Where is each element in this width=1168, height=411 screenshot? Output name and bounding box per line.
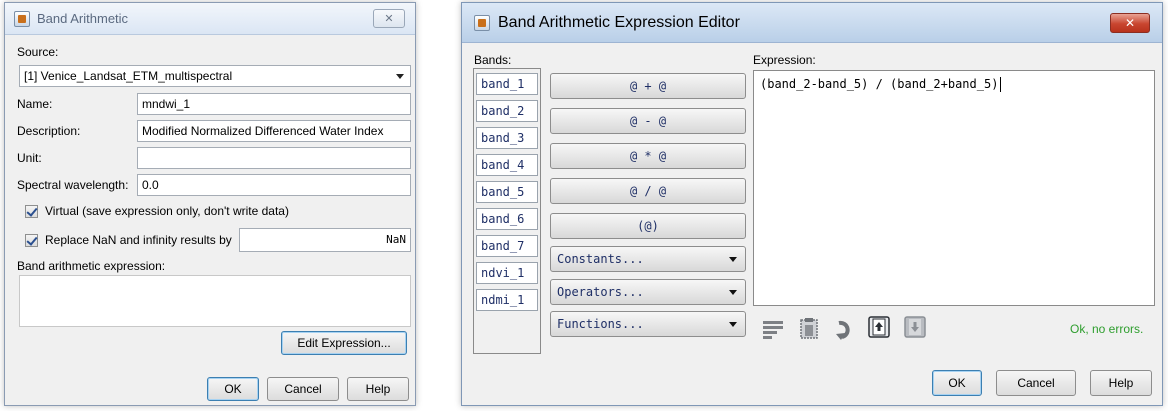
functions-label: Functions... bbox=[557, 317, 644, 331]
add-operator-button[interactable]: @ + @ bbox=[550, 73, 746, 99]
operators-label: Operators... bbox=[557, 285, 644, 299]
expression-editor-textarea[interactable]: (band_2-band_5) / (band_2+band_5) bbox=[753, 70, 1155, 306]
replace-nan-field[interactable]: NaN bbox=[239, 228, 411, 252]
band-arithmetic-titlebar[interactable]: Band Arithmetic ✕ bbox=[5, 3, 415, 35]
virtual-label: Virtual (save expression only, don't wri… bbox=[45, 204, 289, 218]
wavelength-label: Spectral wavelength: bbox=[17, 178, 129, 192]
app-icon bbox=[14, 11, 30, 27]
editor-ok-button[interactable]: OK bbox=[932, 370, 982, 396]
description-label: Description: bbox=[17, 124, 81, 138]
chevron-down-icon bbox=[729, 257, 737, 262]
editor-title: Band Arithmetic Expression Editor bbox=[498, 14, 740, 31]
band-item-3[interactable]: band_3 bbox=[476, 127, 538, 149]
subtract-operator-button[interactable]: @ - @ bbox=[550, 108, 746, 134]
replace-nan-label: Replace NaN and infinity results by bbox=[45, 233, 232, 247]
chevron-down-icon bbox=[396, 74, 404, 79]
ok-button[interactable]: OK bbox=[207, 377, 259, 401]
unit-label: Unit: bbox=[17, 151, 42, 165]
unit-field[interactable] bbox=[137, 147, 411, 169]
band-arithmetic-dialog: Band Arithmetic ✕ Source: [1] Venice_Lan… bbox=[4, 2, 416, 406]
expression-textarea[interactable] bbox=[19, 275, 411, 327]
cancel-button[interactable]: Cancel bbox=[267, 377, 339, 401]
wavelength-field[interactable]: 0.0 bbox=[137, 174, 411, 196]
band-item-8[interactable]: ndvi_1 bbox=[476, 262, 538, 284]
bands-list[interactable]: band_1 band_2 band_3 band_4 band_5 band_… bbox=[473, 68, 541, 354]
dialog-title: Band Arithmetic bbox=[37, 11, 129, 26]
bands-label: Bands: bbox=[474, 53, 512, 67]
status-text: Ok, no errors. bbox=[1070, 322, 1144, 336]
description-field[interactable]: Modified Normalized Differenced Water In… bbox=[137, 120, 411, 142]
source-value: [1] Venice_Landsat_ETM_multispectral bbox=[24, 69, 233, 83]
expression-label: Band arithmetic expression: bbox=[17, 259, 166, 273]
editor-help-button[interactable]: Help bbox=[1090, 370, 1152, 396]
source-label: Source: bbox=[17, 45, 59, 59]
close-icon[interactable]: ✕ bbox=[373, 9, 405, 28]
virtual-checkbox[interactable] bbox=[25, 205, 38, 218]
expression-editor-titlebar[interactable]: Band Arithmetic Expression Editor ✕ bbox=[462, 3, 1162, 43]
text-lines-icon[interactable] bbox=[762, 318, 784, 340]
close-icon[interactable]: ✕ bbox=[1110, 13, 1150, 33]
chevron-down-icon bbox=[729, 290, 737, 295]
save-icon[interactable] bbox=[904, 316, 926, 338]
band-item-7[interactable]: band_7 bbox=[476, 235, 538, 257]
replace-nan-value: NaN bbox=[386, 233, 406, 246]
divide-operator-button[interactable]: @ / @ bbox=[550, 178, 746, 204]
expression-label: Expression: bbox=[753, 53, 816, 67]
band-item-2[interactable]: band_2 bbox=[476, 100, 538, 122]
expression-text: (band_2-band_5) / (band_2+band_5) bbox=[760, 77, 999, 91]
operators-dropdown[interactable]: Operators... bbox=[550, 279, 746, 305]
multiply-operator-button[interactable]: @ * @ bbox=[550, 143, 746, 169]
clipboard-icon[interactable] bbox=[798, 317, 820, 339]
name-field[interactable]: mndwi_1 bbox=[137, 93, 411, 115]
redo-icon[interactable] bbox=[834, 318, 856, 340]
replace-nan-checkbox[interactable] bbox=[25, 234, 38, 247]
app-icon bbox=[474, 15, 490, 31]
band-item-4[interactable]: band_4 bbox=[476, 154, 538, 176]
edit-expression-button[interactable]: Edit Expression... bbox=[281, 331, 407, 355]
text-caret bbox=[1000, 77, 1002, 92]
chevron-down-icon bbox=[729, 322, 737, 327]
name-label: Name: bbox=[17, 97, 53, 111]
band-item-5[interactable]: band_5 bbox=[476, 181, 538, 203]
help-button[interactable]: Help bbox=[347, 377, 409, 401]
functions-dropdown[interactable]: Functions... bbox=[550, 311, 746, 337]
source-select[interactable]: [1] Venice_Landsat_ETM_multispectral bbox=[19, 65, 411, 87]
band-item-9[interactable]: ndmi_1 bbox=[476, 289, 538, 311]
load-icon[interactable] bbox=[868, 316, 890, 338]
editor-cancel-button[interactable]: Cancel bbox=[996, 370, 1076, 396]
constants-dropdown[interactable]: Constants... bbox=[550, 246, 746, 272]
parentheses-button[interactable]: (@) bbox=[550, 213, 746, 239]
band-item-6[interactable]: band_6 bbox=[476, 208, 538, 230]
band-item-1[interactable]: band_1 bbox=[476, 73, 538, 95]
constants-label: Constants... bbox=[557, 252, 644, 266]
